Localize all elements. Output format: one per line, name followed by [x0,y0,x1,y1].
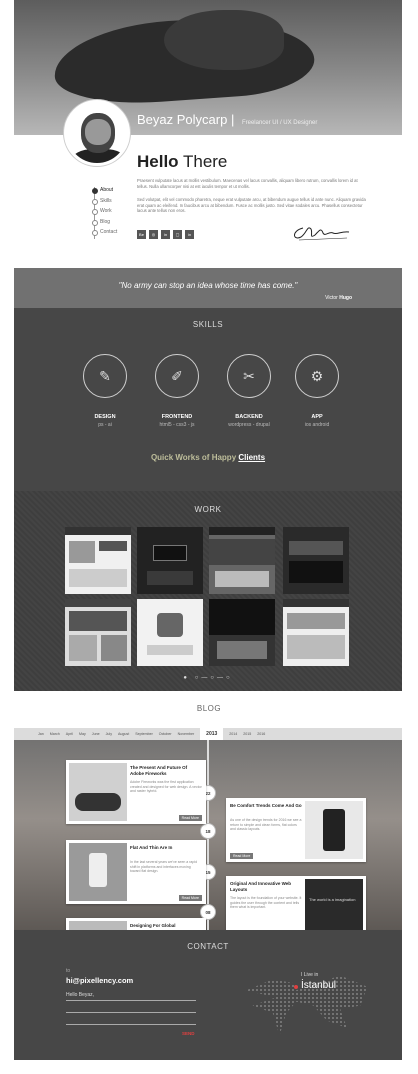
blog-title: BLOG [196,704,222,713]
month-label[interactable]: May [79,732,86,736]
skills-section: SKILLS ✎ DESIGN ps - ai ✐ FRONTEND html5… [14,308,402,491]
month-label[interactable]: November [178,732,195,736]
read-more-button[interactable]: Read More [178,815,202,821]
quote-author: Victor Hugo [325,295,352,301]
month-label[interactable]: June [92,732,100,736]
message-line [66,1012,196,1013]
skill-app: ⚙ APP ios android [282,354,352,428]
linkedin-icon[interactable]: in [161,230,170,239]
contact-to-label: to [66,968,71,974]
hero-role: Freelancer UI / UX Designer [241,120,318,126]
work-thumb[interactable] [65,527,131,594]
location-pin-icon [294,985,298,989]
clients-link[interactable]: Clients [238,453,265,462]
post-image-hand-phone [69,843,127,901]
year-tab[interactable]: 2015 [243,732,251,736]
blog-post[interactable]: Be Comfort Trends Come And Go As one of … [226,798,366,862]
about-paragraph-1: Praesent vulputate lacus at mollis vesti… [137,178,358,189]
nav-item-skills[interactable]: Skills [92,196,117,207]
work-thumb[interactable] [209,527,275,594]
message-field[interactable]: Hello Beyaz, [66,992,94,998]
work-title: WORK [194,505,222,514]
dribbble-icon[interactable]: ◎ [149,230,158,239]
linkedin-alt-icon[interactable]: in [185,230,194,239]
quote-banner: "No army can stop an idea whose time has… [14,268,402,308]
post-image-phone [305,801,363,859]
work-thumb[interactable] [283,599,349,666]
send-button[interactable]: SEND [182,1031,195,1036]
instagram-icon[interactable]: ▢ [173,230,182,239]
read-more-button[interactable]: Read More [178,895,202,901]
hero-name-text: Beyaz Polycarp [137,112,228,127]
work-pager[interactable]: ● ○—○—○ [14,675,402,681]
nav-item-blog[interactable]: Blog [92,217,117,228]
post-image-dark: The world is a imagination [305,879,363,930]
hero-rock-image-top [164,10,284,70]
nav-item-about[interactable]: About [92,185,117,196]
live-in-label: I Live in [301,972,319,978]
city-name: İstanbul [301,980,337,991]
blog-section: Jan March April May June July August Sep… [14,728,402,930]
work-thumb[interactable] [283,527,349,594]
contact-section: CONTACT to hi@pixellency.com Hello Beyaz… [14,930,402,1060]
message-line [66,1024,196,1025]
quote-text: "No army can stop an idea whose time has… [118,281,298,290]
pen-icon: ✐ [155,354,199,398]
blog-post[interactable]: Flat And Thin Are In In the last several… [66,840,206,904]
blog-post[interactable]: Designing For Global [66,918,206,930]
blog-post[interactable]: The Present And Future Of Adobe Firework… [66,760,206,824]
avatar [64,100,130,166]
month-label[interactable]: October [159,732,172,736]
work-thumb[interactable] [137,599,203,666]
month-label[interactable]: September [135,732,153,736]
month-label[interactable]: March [50,732,60,736]
contact-title: CONTACT [187,942,229,951]
blog-post[interactable]: The world is a imagination Original And … [226,876,366,930]
skill-backend: ✂ BACKEND wordpress - drupal [214,354,284,428]
year-tab[interactable]: 2014 [229,732,237,736]
work-thumb[interactable] [137,527,203,594]
timeline-months: Jan March April May June July August Sep… [14,728,402,740]
behance-icon[interactable]: Be [137,230,146,239]
nav-item-contact[interactable]: Contact [92,227,117,238]
skill-frontend: ✐ FRONTEND html5 - css3 - js [142,354,212,428]
hero-name: Beyaz Polycarp | Freelancer UI / UX Desi… [137,112,318,127]
brush-icon: ✎ [83,354,127,398]
pliers-icon: ✂ [227,354,271,398]
work-section: WORK ● ○—○—○ [14,491,402,691]
nav-item-work[interactable]: Work [92,206,117,217]
month-label[interactable]: August [118,732,129,736]
skills-title: SKILLS [192,320,224,329]
month-label[interactable]: April [66,732,73,736]
gear-icon: ⚙ [295,354,339,398]
message-line [66,1000,196,1001]
contact-email[interactable]: hi@pixellency.com [66,976,133,985]
hello-heading: Hello There [137,152,228,171]
month-label[interactable]: Jan [38,732,44,736]
month-label[interactable]: July [106,732,112,736]
signature [294,227,350,241]
clients-heading: Quick Works of Happy Clients [150,453,266,462]
social-links: Be ◎ in ▢ in [137,230,194,239]
post-image-motorcycle [69,763,127,821]
timeline-date[interactable]: 18 [200,823,216,839]
year-tab-active[interactable]: 2013 [200,728,224,740]
work-thumb[interactable] [209,599,275,666]
year-tab[interactable]: 2016 [257,732,265,736]
skill-design: ✎ DESIGN ps - ai [70,354,140,428]
work-thumb[interactable] [65,599,131,666]
about-paragraph-2: Sed volutpat, elit vel commodo pharetra,… [137,197,366,213]
side-nav: About Skills Work Blog Contact [92,185,117,238]
read-more-button[interactable]: Read More [230,853,254,859]
